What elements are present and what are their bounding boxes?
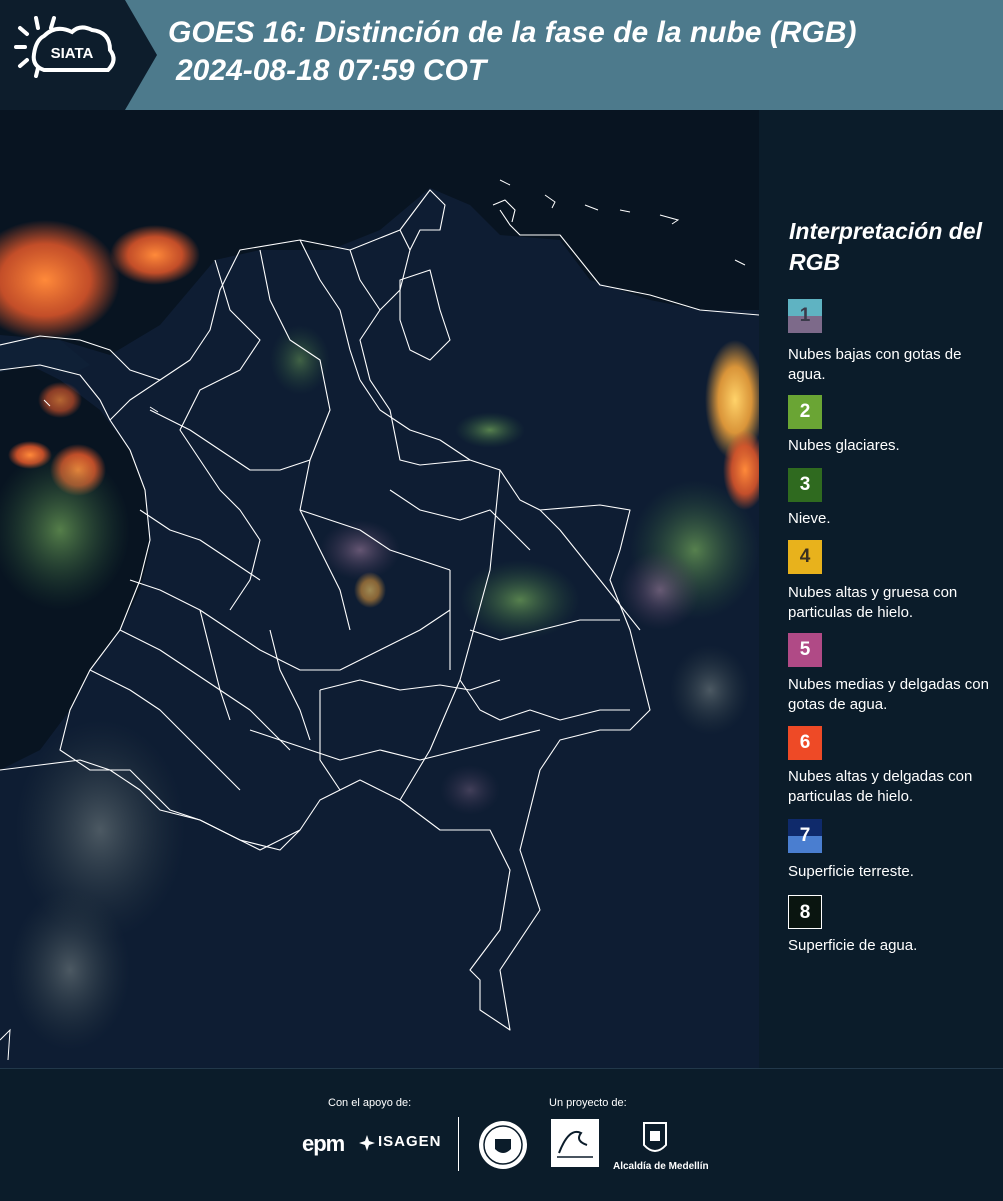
legend-panel: Interpretación del RGB 1 Nubes bajas con… (759, 110, 1003, 1068)
legend-label-5: Nubes medias y delgadas con gotas de agu… (788, 676, 989, 713)
legend-title: Interpretación del RGB (789, 218, 982, 275)
legend-label-1: Nubes bajas con gotas de agua. (788, 346, 962, 383)
legend-swatch-5: 5 (788, 633, 822, 667)
area-metropolitana-icon (557, 1131, 593, 1158)
legend-number-5: 5 (799, 639, 811, 660)
siata-logo-panel: SIATA (0, 0, 125, 110)
legend-label-2: Nubes glaciares. (788, 437, 900, 454)
legend-label-4: Nubes altas y gruesa con particulas de h… (788, 584, 958, 621)
legend-number-4: 4 (799, 546, 811, 567)
isagen-mark-icon (359, 1135, 375, 1151)
alcaldia-label: Alcaldía de Medellín (613, 1161, 709, 1172)
legend-label-7: Superficie terreste. (788, 863, 914, 880)
epm-logo: epm (302, 1131, 345, 1156)
alcaldia-shield-icon (643, 1122, 667, 1152)
siata-logo-icon: SIATA (14, 16, 116, 78)
legend-swatch-7: 7 (788, 819, 822, 853)
footer-divider (458, 1117, 459, 1171)
logo-chevron (125, 0, 157, 110)
page-title: GOES 16: Distinción de la fase de la nub… (168, 16, 857, 49)
legend-swatch-8: 8 (788, 895, 822, 929)
satellite-map[interactable] (0, 110, 759, 1068)
legend-swatch-3: 3 (788, 468, 822, 502)
rgb-composite-image (0, 110, 759, 1068)
legend-number-6: 6 (799, 732, 811, 753)
legend-swatch-6: 6 (788, 726, 822, 760)
footer: Con el apoyo de: Un proyecto de: epm ISA… (0, 1068, 1003, 1201)
legend-label-6: Nubes altas y delgadas con particulas de… (788, 768, 973, 805)
legend-label-8: Superficie de agua. (788, 937, 918, 954)
legend-swatch-1: 1 (788, 299, 822, 333)
legend-number-3: 3 (799, 474, 811, 495)
legend-number-7: 7 (799, 825, 811, 846)
legend-swatch-2: 2 (788, 395, 822, 429)
legend-number-2: 2 (799, 401, 811, 422)
legend-swatch-4: 4 (788, 540, 822, 574)
isagen-logo: ISAGEN (378, 1133, 442, 1150)
legend-number-8: 8 (799, 902, 811, 923)
siata-logo-text: SIATA (51, 45, 94, 62)
project-label: Un proyecto de: (549, 1097, 627, 1109)
legend-number-1: 1 (799, 305, 811, 326)
medellin-seal-icon (479, 1121, 527, 1169)
header-bar: SIATA GOES 16: Distinción de la fase de … (0, 0, 1003, 110)
page-timestamp: 2024-08-18 07:59 COT (176, 54, 487, 87)
support-label: Con el apoyo de: (328, 1097, 412, 1109)
legend-label-3: Nieve. (788, 510, 831, 527)
area-metropolitana-logo (551, 1119, 599, 1167)
